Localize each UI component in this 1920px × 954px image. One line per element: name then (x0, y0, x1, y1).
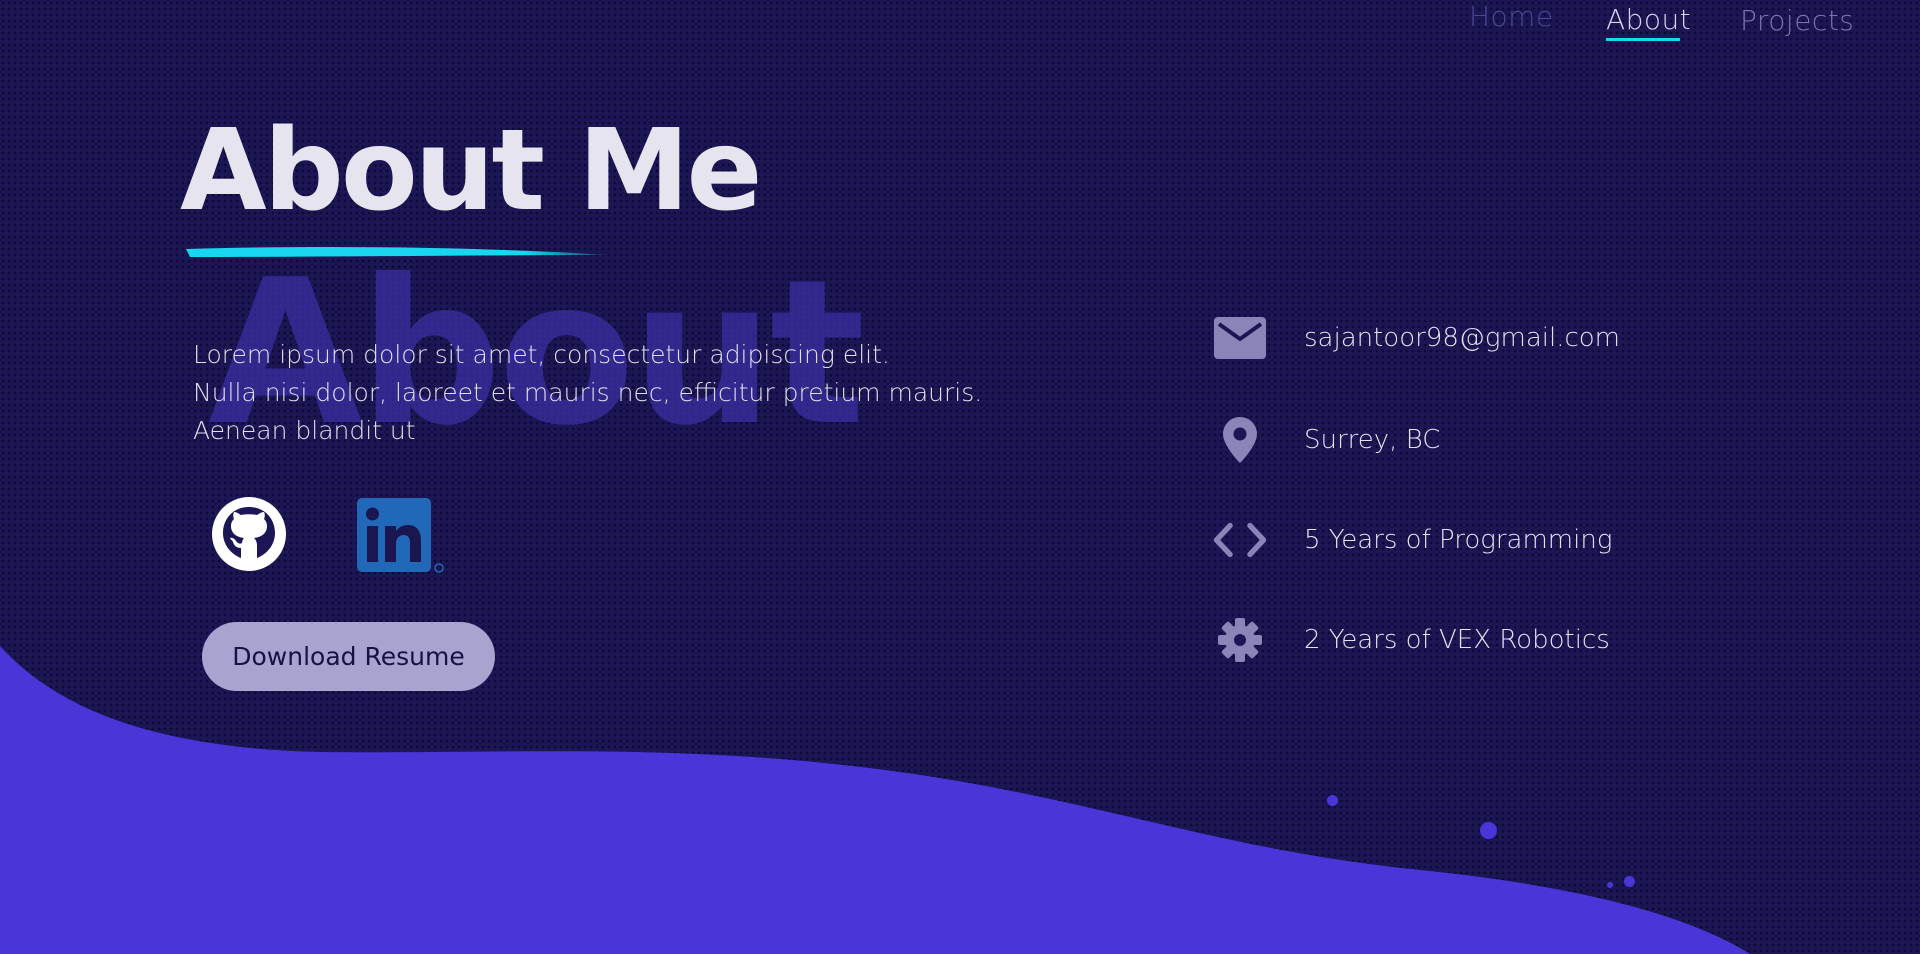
decorative-dot (1327, 795, 1338, 806)
info-location-row: Surrey, BC (1212, 412, 1772, 468)
decorative-dot (1607, 882, 1613, 888)
linkedin-link[interactable] (357, 498, 444, 574)
github-link[interactable] (211, 496, 287, 572)
nav-home-link[interactable]: Home (1469, 0, 1554, 33)
page-title: About Me (180, 106, 762, 236)
decorative-dot (1624, 876, 1635, 887)
programming-text: 5 Years of Programming (1304, 525, 1613, 555)
nav-about-link[interactable]: About (1606, 3, 1691, 36)
download-resume-button[interactable]: Download Resume (202, 622, 495, 691)
vex-text: 2 Years of VEX Robotics (1304, 625, 1610, 655)
code-icon (1212, 512, 1268, 568)
title-underline (186, 247, 609, 257)
decorative-dot (1480, 822, 1497, 839)
nav-projects-link[interactable]: Projects (1740, 4, 1854, 37)
github-icon (212, 497, 286, 571)
info-email-row: sajantoor98@gmail.com (1212, 310, 1772, 366)
gear-icon (1212, 612, 1268, 668)
mail-icon (1212, 310, 1268, 366)
bio-paragraph: Lorem ipsum dolor sit amet, consectetur … (193, 336, 993, 450)
nav-active-underline (1606, 38, 1680, 41)
linkedin-icon (357, 498, 444, 573)
info-programming-row: 5 Years of Programming (1212, 512, 1772, 568)
bio-line: Aenean blandit ut (193, 416, 416, 445)
bio-line: Nulla nisi dolor, laoreet et mauris nec,… (193, 378, 983, 407)
info-vex-row: 2 Years of VEX Robotics (1212, 612, 1772, 668)
bio-line: Lorem ipsum dolor sit amet, consectetur … (193, 340, 890, 369)
location-text: Surrey, BC (1304, 425, 1441, 455)
location-pin-icon (1212, 412, 1268, 468)
email-link[interactable]: sajantoor98@gmail.com (1304, 323, 1620, 353)
